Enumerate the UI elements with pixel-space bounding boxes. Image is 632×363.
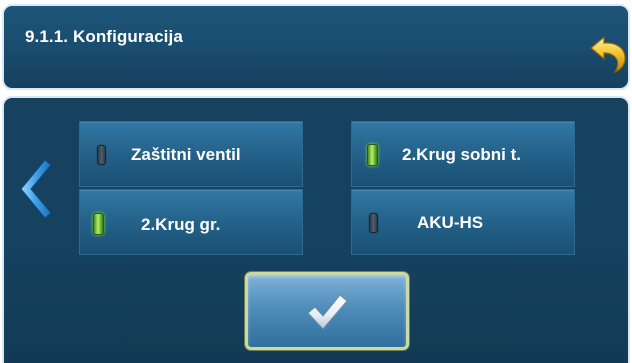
confirm-button[interactable]: [245, 272, 409, 350]
page-title: 9.1.1. Konfiguracija: [25, 27, 183, 46]
option-label: 2.Krug gr.: [141, 215, 221, 234]
back-button[interactable]: [589, 34, 629, 74]
option-label: AKU-HS: [417, 213, 484, 232]
status-led-off-icon: [97, 145, 106, 165]
status-led-on-icon: [367, 144, 378, 166]
option-label: Zaštitni ventil: [131, 145, 241, 164]
chevron-left-icon: [20, 159, 52, 219]
status-led-on-icon: [93, 213, 104, 235]
checkmark-icon: [307, 294, 348, 330]
option-label: 2.Krug sobni t.: [402, 145, 521, 164]
header-bar: 9.1.1. Konfiguracija: [2, 4, 630, 90]
previous-page-button[interactable]: [15, 158, 53, 220]
option-2-krug-sobni-t[interactable]: 2.Krug sobni t.: [351, 121, 575, 187]
screen: 9.1.1. Konfiguracija Zaštitni ventil 2.K…: [0, 0, 632, 363]
option-aku-hs[interactable]: AKU-HS: [351, 189, 575, 255]
undo-arrow-icon: [590, 35, 626, 74]
option-2-krug-gr[interactable]: 2.Krug gr.: [79, 189, 303, 255]
status-led-off-icon: [369, 213, 378, 233]
option-zastitni-ventil[interactable]: Zaštitni ventil: [79, 121, 303, 187]
